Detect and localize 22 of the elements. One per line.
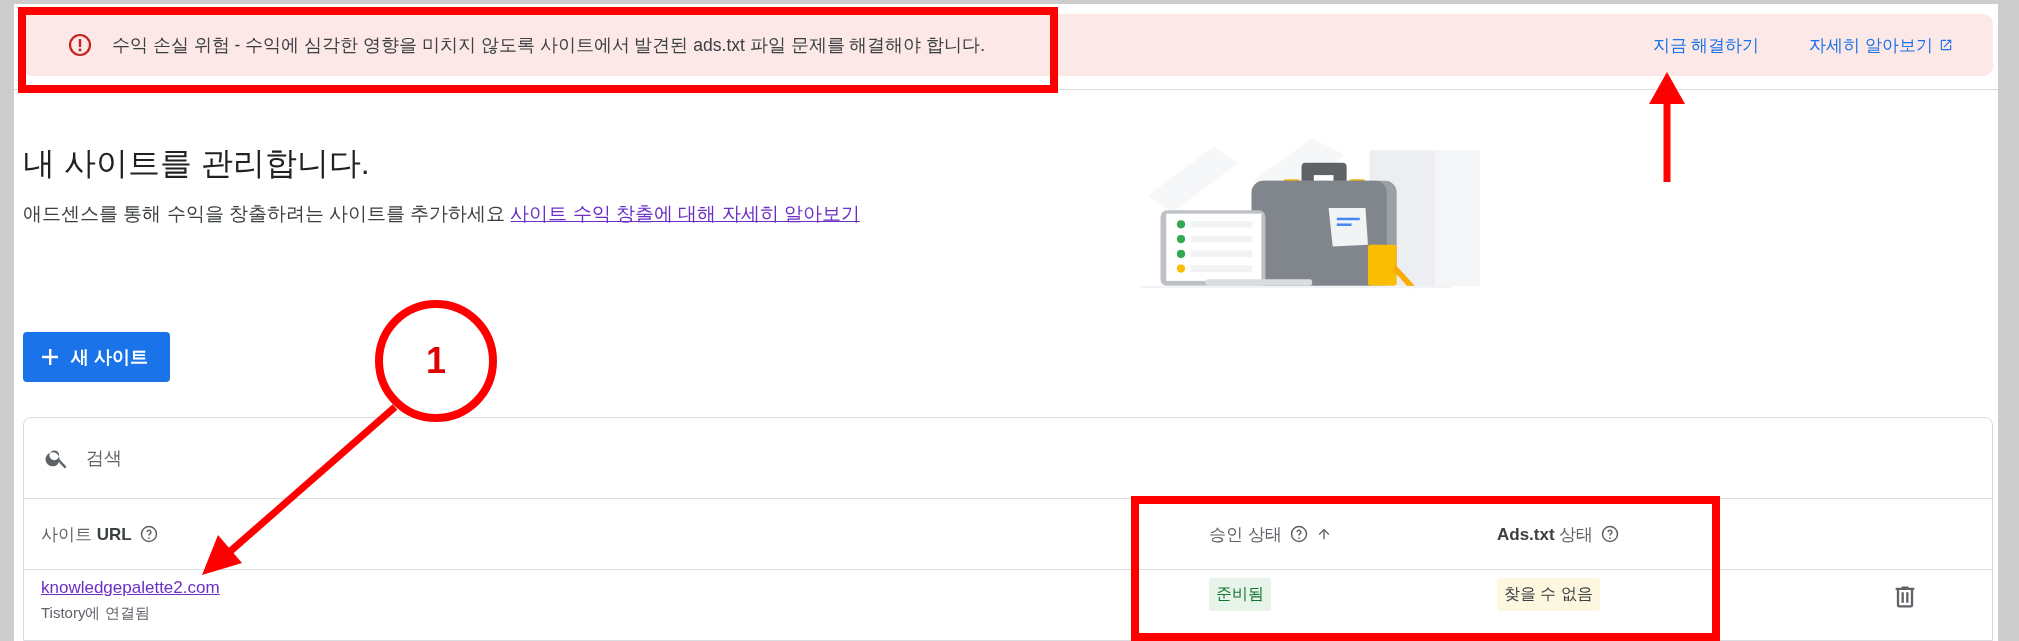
platform-label: Tistory에 연결됨 — [41, 604, 151, 623]
help-icon[interactable] — [1601, 525, 1620, 543]
column-header: Ads.txt 상태 — [1497, 523, 1594, 546]
page-description: 애드센스를 통해 수익을 창출하려는 사이트를 추가하세요 사이트 수익 창출에 대해 자세히 알아보기 — [23, 202, 861, 226]
site-url-link[interactable]: knowledgepalette2.com — [41, 578, 220, 598]
alert-message: 수익 손실 위험 - 수익에 심각한 영향을 미치지 않도록 사이트에서 발견된 ads.txt 파일 문제를 해결해야 합니다. — [112, 34, 987, 58]
approval-status: 준비됨 — [1209, 578, 1271, 611]
help-icon[interactable] — [139, 525, 158, 543]
column-header: 승인 상태 — [1209, 523, 1282, 546]
column-header: 사이트 URL — [41, 523, 132, 546]
new-site-button[interactable]: 새 사이트 — [23, 332, 170, 382]
error-icon — [68, 33, 92, 58]
external-link-icon — [1939, 38, 1953, 53]
step-number: 1 — [375, 300, 497, 422]
ads-txt-status: 찾을 수 없음 — [1497, 578, 1600, 611]
plus-icon — [41, 348, 59, 366]
search-field[interactable]: 검색 — [84, 446, 488, 470]
fix-now-link[interactable]: 지금 해결하기 — [1652, 33, 1760, 57]
monetization-link[interactable]: 사이트 수익 창출에 대해 자세히 알아보기 — [510, 203, 860, 224]
page-title: 내 사이트를 관리합니다. — [23, 144, 371, 183]
learn-more-link[interactable]: 자세히 알아보기 — [1809, 33, 1953, 57]
help-icon[interactable] — [1289, 525, 1308, 543]
